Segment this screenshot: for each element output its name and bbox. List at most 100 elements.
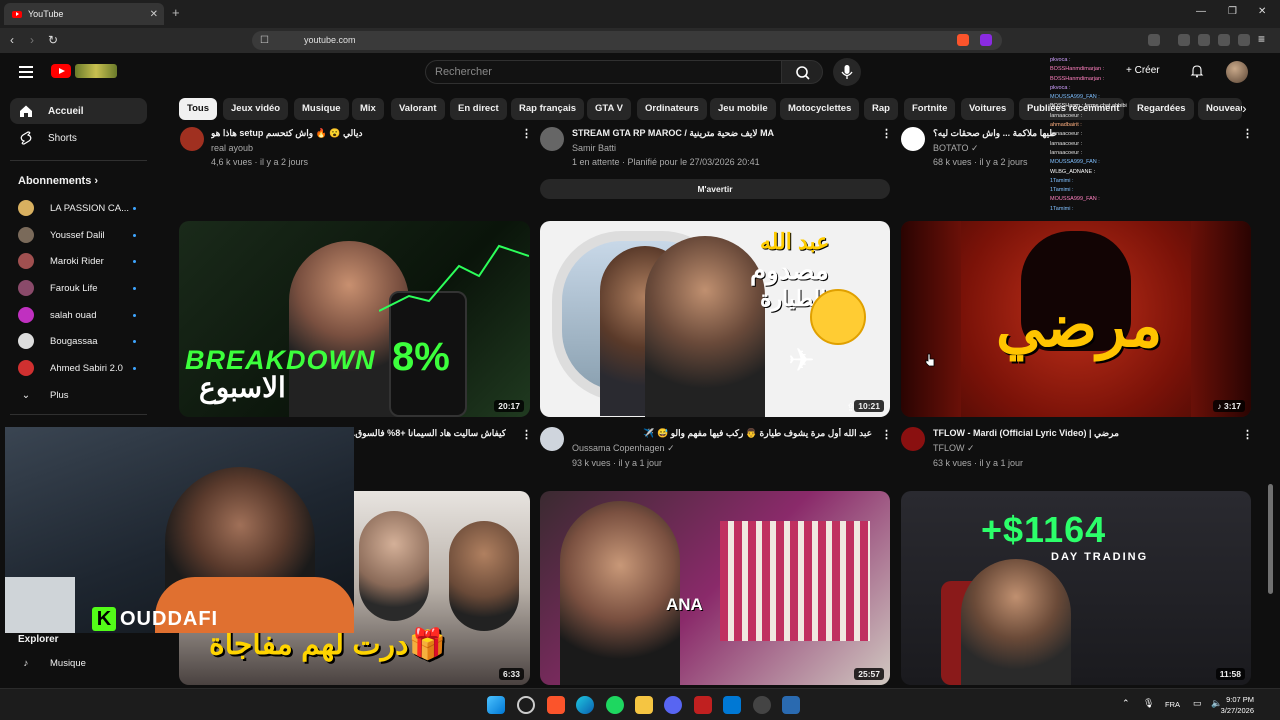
more-options-icon[interactable]: ⋮ [881, 428, 892, 441]
sidebar-sub-item[interactable]: Farouk Life [18, 278, 140, 298]
tab-close-icon[interactable]: ✕ [150, 9, 158, 20]
chip-valorant[interactable]: Valorant [391, 98, 445, 120]
video-thumbnail[interactable]: عبد الله مصدوم الطيارة!! ✈ ⇪ 10:21 [540, 221, 890, 417]
channel-avatar[interactable] [540, 127, 564, 151]
video-title[interactable]: TFLOW - Mardi (Official Lyric Video) | م… [933, 428, 1233, 439]
input-language[interactable]: FRA [1165, 700, 1180, 709]
system-clock[interactable]: 9:07 PM 3/27/2026 [1221, 694, 1254, 716]
channel-name[interactable]: TFLOW ✓ [933, 443, 975, 454]
more-options-icon[interactable]: ⋮ [521, 428, 532, 441]
spotify-icon[interactable] [606, 696, 624, 714]
vpn-icon[interactable] [1238, 34, 1250, 46]
edge-browser-icon[interactable] [576, 696, 594, 714]
chip-rap[interactable]: Rap [864, 98, 898, 120]
video-title[interactable]: كيفاش ساليت هاد السيمانا +8% فالسوق... [354, 428, 506, 439]
chip-new[interactable]: Nouveau [1198, 98, 1242, 120]
chip-cars[interactable]: Voitures [961, 98, 1015, 120]
app-icon[interactable] [782, 696, 800, 714]
youtube-doodle-logo[interactable] [75, 64, 117, 78]
sidebar-item-home[interactable]: Accueil [10, 98, 147, 124]
more-options-icon[interactable]: ⋮ [1242, 127, 1253, 140]
windows-start-icon[interactable] [487, 696, 505, 714]
chip-fortnite[interactable]: Fortnite [904, 98, 956, 120]
back-icon[interactable]: ‹ [10, 33, 14, 47]
chip-all[interactable]: Tous [179, 98, 217, 120]
notifications-bell-icon[interactable] [1190, 64, 1204, 78]
channel-name[interactable]: Oussama Copenhagen ✓ [572, 443, 675, 454]
vscode-icon[interactable] [723, 696, 741, 714]
search-icon[interactable] [517, 696, 535, 714]
forward-icon[interactable]: › [30, 33, 34, 47]
monitor-tray-icon[interactable]: ▭ [1193, 698, 1202, 709]
chat-line: larnaacoeur : [1050, 149, 1083, 156]
channel-name[interactable]: Samir Batti [572, 143, 616, 153]
chip-mix[interactable]: Mix [352, 98, 384, 120]
sidebar-sub-item[interactable]: Maroki Rider [18, 251, 140, 271]
tray-expand-icon[interactable]: ⌃ [1122, 698, 1130, 709]
discord-icon[interactable] [664, 696, 682, 714]
sidebar-more[interactable]: ⌄ Plus [18, 385, 140, 405]
obs-icon[interactable] [753, 696, 771, 714]
microphone-tray-icon[interactable]: 🎙 [1143, 698, 1154, 709]
chips-next-icon[interactable]: › [1242, 100, 1247, 116]
brave-shield-icon[interactable] [957, 34, 969, 46]
address-bar[interactable]: youtube.com [252, 31, 1002, 50]
search-input[interactable]: Rechercher [425, 60, 782, 84]
channel-avatar[interactable] [901, 427, 925, 451]
chip-motorcycles[interactable]: Motocyclettes [780, 98, 860, 120]
chip-computers[interactable]: Ordinateurs [637, 98, 707, 120]
video-thumbnail[interactable]: BREAKDOWN الاسبوع 8% 20:17 [179, 221, 530, 417]
channel-avatar[interactable] [180, 127, 204, 151]
account-avatar[interactable] [1226, 61, 1248, 83]
window-minimize-button[interactable]: — [1196, 6, 1206, 17]
sidebar-sub-item[interactable]: LA PASSION CA... [18, 198, 140, 218]
hamburger-menu-icon[interactable] [19, 66, 33, 81]
browser-tab[interactable]: YouTube ✕ [4, 3, 164, 25]
sidebar-toggle-icon[interactable] [1178, 34, 1190, 46]
menu-icon[interactable]: ≡ [1258, 32, 1265, 46]
more-options-icon[interactable]: ⋮ [881, 127, 892, 140]
stream-app-icon[interactable] [694, 696, 712, 714]
more-options-icon[interactable]: ⋮ [521, 127, 532, 140]
video-title[interactable]: هاذا هو setup ديالي 😮 🔥 واش كتحسم [211, 128, 511, 139]
brave-browser-icon[interactable] [547, 696, 565, 714]
video-title[interactable]: STREAM GTA RP MAROC / لايف ضحية مترينية … [572, 128, 872, 139]
file-explorer-icon[interactable] [635, 696, 653, 714]
search-button[interactable] [781, 60, 823, 84]
page-scrollbar[interactable] [1268, 484, 1273, 594]
video-thumbnail[interactable]: ANA 25:57 [540, 491, 890, 685]
youtube-logo-icon[interactable] [51, 64, 71, 78]
chip-rap-francais[interactable]: Rap français [511, 98, 585, 120]
sidebar-item-music[interactable]: ♪ Musique [18, 653, 140, 673]
sidebar-sub-item[interactable]: Youssef Dalil [18, 225, 140, 245]
leo-icon[interactable] [1218, 34, 1230, 46]
voice-search-button[interactable] [833, 58, 861, 86]
subscriptions-heading[interactable]: Abonnements › [18, 175, 98, 187]
sidebar-item-shorts[interactable]: Shorts [10, 125, 147, 151]
channel-name[interactable]: BOTATO ✓ [933, 143, 979, 154]
channel-avatar[interactable] [901, 127, 925, 151]
chip-mobile-game[interactable]: Jeu mobile [710, 98, 776, 120]
channel-name[interactable]: real ayoub [211, 143, 253, 153]
chip-live[interactable]: En direct [450, 98, 507, 120]
sidebar-sub-item[interactable]: Ahmed Sabiri 2.0 [18, 358, 140, 378]
chip-video-games[interactable]: Jeux vidéo [223, 98, 289, 120]
chip-music[interactable]: Musique [294, 98, 349, 120]
video-thumbnail[interactable]: مرضي ♪ 3:17 [901, 221, 1251, 417]
bookmark-icon[interactable]: ☐ [260, 35, 269, 46]
brave-rewards-icon[interactable] [980, 34, 992, 46]
wallet-icon[interactable] [1198, 34, 1210, 46]
channel-avatar[interactable] [540, 427, 564, 451]
video-thumbnail[interactable]: +$1164 DAY TRADING 11:58 [901, 491, 1251, 685]
more-options-icon[interactable]: ⋮ [1242, 428, 1253, 441]
video-title[interactable]: عبد الله أول مرة يشوف طيارة 👨 ركب فيها م… [572, 428, 872, 439]
window-maximize-button[interactable]: ❐ [1228, 6, 1237, 17]
sidebar-sub-item[interactable]: salah ouad [18, 305, 140, 325]
new-tab-button[interactable]: + [172, 5, 180, 20]
sidebar-sub-item[interactable]: Bougassaa [18, 331, 140, 351]
chip-gta-v[interactable]: GTA V [587, 98, 631, 120]
notify-me-button[interactable]: M'avertir [540, 179, 890, 199]
reload-icon[interactable]: ↻ [48, 33, 58, 47]
window-close-button[interactable]: ✕ [1258, 6, 1266, 17]
extension-icon[interactable] [1148, 34, 1160, 46]
